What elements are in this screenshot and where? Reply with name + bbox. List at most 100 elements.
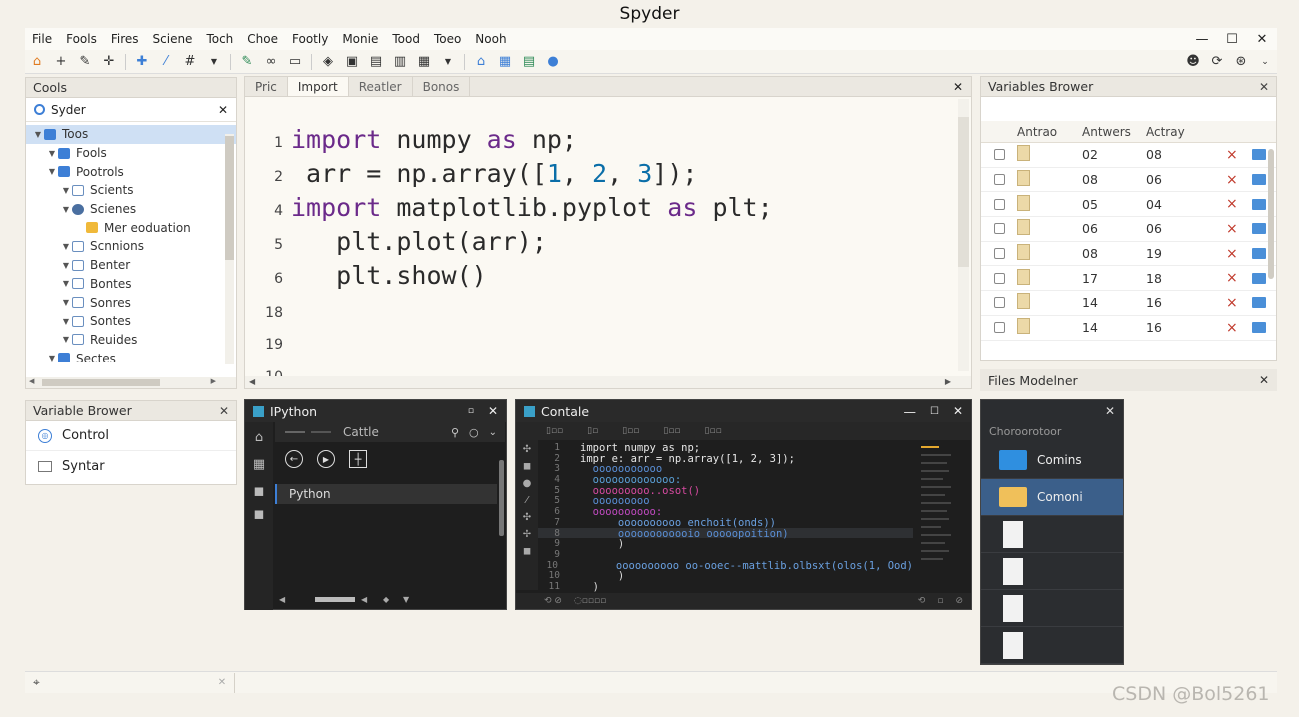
puzzle-icon[interactable]: ✚: [130, 52, 154, 72]
row-checkbox[interactable]: [993, 149, 1005, 161]
table-row[interactable]: 06 06 ×: [981, 217, 1276, 242]
chevron-down-icon[interactable]: ▼: [46, 167, 58, 176]
file-item[interactable]: [981, 627, 1123, 664]
tree-item[interactable]: ▼ Scnnions: [26, 237, 236, 256]
toolbar-icon[interactable]: ▯▫▫: [663, 426, 680, 436]
close-icon[interactable]: ✕: [219, 404, 229, 418]
chevron-down-icon[interactable]: ▼: [60, 205, 72, 214]
table-row[interactable]: 05 04 ×: [981, 192, 1276, 218]
tree-item[interactable]: ▼ Scients: [26, 181, 236, 200]
tab-pric[interactable]: Pric: [245, 77, 288, 96]
chevron-down-icon[interactable]: ⌄: [1253, 52, 1277, 72]
row-checkbox[interactable]: [993, 223, 1005, 235]
close-icon[interactable]: ✕: [1247, 32, 1277, 47]
tree-item[interactable]: ▼ Bontes: [26, 275, 236, 294]
horizontal-scrollbar[interactable]: ◀ ▶: [245, 376, 971, 388]
status-icon[interactable]: ◌▫▫▫▫: [574, 596, 606, 606]
delete-icon[interactable]: ×: [1226, 172, 1252, 188]
delete-icon[interactable]: ×: [1226, 221, 1252, 237]
chevron-down-icon[interactable]: ⌄: [489, 427, 497, 438]
tab-import[interactable]: Import: [287, 77, 349, 96]
link-icon[interactable]: ∞: [259, 52, 283, 72]
sheet-icon[interactable]: ▤: [517, 52, 541, 72]
chevron-down-icon[interactable]: ▼: [60, 261, 72, 270]
menu-item[interactable]: Toch: [199, 32, 240, 46]
column-header[interactable]: Antrao: [1017, 125, 1082, 139]
back-icon[interactable]: ←: [285, 450, 303, 468]
sync-icon[interactable]: ⟳: [1205, 52, 1229, 72]
folder-icon[interactable]: [1252, 223, 1266, 235]
window-icon[interactable]: ▭: [283, 52, 307, 72]
pin-icon[interactable]: ✣: [516, 444, 538, 455]
tab-reatler[interactable]: Reatler: [349, 77, 413, 96]
menu-item[interactable]: Monie: [335, 32, 385, 46]
toolbar-icon[interactable]: ▯▫▫: [546, 426, 563, 436]
run-icon[interactable]: ●: [541, 52, 565, 72]
chevron-down-icon[interactable]: ▼: [436, 52, 460, 72]
table-row[interactable]: 08 19 ×: [981, 242, 1276, 267]
chevron-down-icon[interactable]: ▼: [60, 279, 72, 288]
status-icon[interactable]: ⊘: [955, 596, 963, 606]
row-checkbox[interactable]: [993, 248, 1005, 260]
folder-icon[interactable]: [1252, 174, 1266, 186]
close-icon[interactable]: ✕: [488, 404, 498, 418]
folder-icon[interactable]: [1252, 322, 1266, 334]
close-icon[interactable]: ✕: [218, 103, 228, 117]
restore-icon[interactable]: ▫: [468, 406, 474, 416]
menu-item[interactable]: Toeo: [427, 32, 468, 46]
file-item[interactable]: Comins: [981, 442, 1123, 479]
code-editor[interactable]: 1 import numpy as np; 2 arr = np.array([1,…: [245, 97, 971, 385]
chevron-down-icon[interactable]: ▼: [32, 130, 44, 139]
table-icon[interactable]: ▦: [412, 52, 436, 72]
chevron-down-icon[interactable]: ▼: [60, 186, 72, 195]
menu-item[interactable]: Nooh: [468, 32, 513, 46]
chevron-down-icon[interactable]: ▼: [60, 242, 72, 251]
delete-icon[interactable]: ×: [1226, 246, 1252, 262]
menu-item[interactable]: Choe: [240, 32, 285, 46]
list-item-control[interactable]: ◎ Control: [26, 421, 236, 451]
cube-icon[interactable]: ◼: [245, 484, 273, 499]
delete-icon[interactable]: ×: [1226, 147, 1252, 163]
menu-item[interactable]: Fires: [104, 32, 146, 46]
edit-icon[interactable]: ✎: [235, 52, 259, 72]
list-item-syntar[interactable]: Syntar: [26, 451, 236, 481]
tree-item[interactable]: ▼ Scienes: [26, 200, 236, 219]
folder-icon[interactable]: [1252, 297, 1266, 309]
tree-item[interactable]: ▼ Sonres: [26, 293, 236, 312]
plus-icon[interactable]: +: [49, 52, 73, 72]
vertical-scrollbar[interactable]: [1268, 149, 1274, 279]
tree-item[interactable]: ▼ Sectes: [26, 349, 236, 362]
table-row[interactable]: 14 16 ×: [981, 291, 1276, 316]
box-icon[interactable]: ◼: [516, 461, 538, 472]
row-checkbox[interactable]: [993, 272, 1005, 284]
vertical-scrollbar[interactable]: [225, 134, 234, 364]
close-icon[interactable]: ✕: [945, 77, 971, 96]
vertical-scrollbar[interactable]: [958, 99, 969, 371]
row-checkbox[interactable]: [993, 174, 1005, 186]
column-header[interactable]: Antwers: [1082, 125, 1146, 139]
network-icon[interactable]: ◈: [316, 52, 340, 72]
chevron-down-icon[interactable]: ▼: [60, 335, 72, 344]
ipython-row[interactable]: Python: [275, 484, 497, 504]
status-icon[interactable]: ⟲: [918, 596, 926, 606]
chevron-down-icon[interactable]: ▼: [60, 317, 72, 326]
brush-icon[interactable]: ⁄: [154, 52, 178, 72]
menu-item[interactable]: File: [25, 32, 59, 46]
bottom-scrollbar[interactable]: ◀ ◀ ◆ ▼: [275, 595, 425, 605]
tab-bonos[interactable]: Bonos: [413, 77, 471, 96]
horizontal-scrollbar[interactable]: ◀ ▶: [26, 377, 236, 388]
tree-item[interactable]: ▼ Reuides: [26, 331, 236, 350]
close-icon[interactable]: ✕: [953, 404, 963, 418]
chevron-down-icon[interactable]: ▼: [46, 149, 58, 158]
grid-icon[interactable]: #: [178, 52, 202, 72]
table-row[interactable]: 08 06 ×: [981, 168, 1276, 193]
tree-item[interactable]: ▼ Pootrols: [26, 162, 236, 181]
user-icon[interactable]: ☻: [1181, 52, 1205, 72]
delete-icon[interactable]: ×: [1226, 295, 1252, 311]
maximize-icon[interactable]: ☐: [930, 406, 939, 417]
close-icon[interactable]: ✕: [1259, 373, 1269, 387]
home-icon[interactable]: ⌂: [25, 52, 49, 72]
row-checkbox[interactable]: [993, 297, 1005, 309]
layout-icon[interactable]: ▥: [388, 52, 412, 72]
status-icon[interactable]: ⟲ ⊘: [544, 596, 562, 606]
